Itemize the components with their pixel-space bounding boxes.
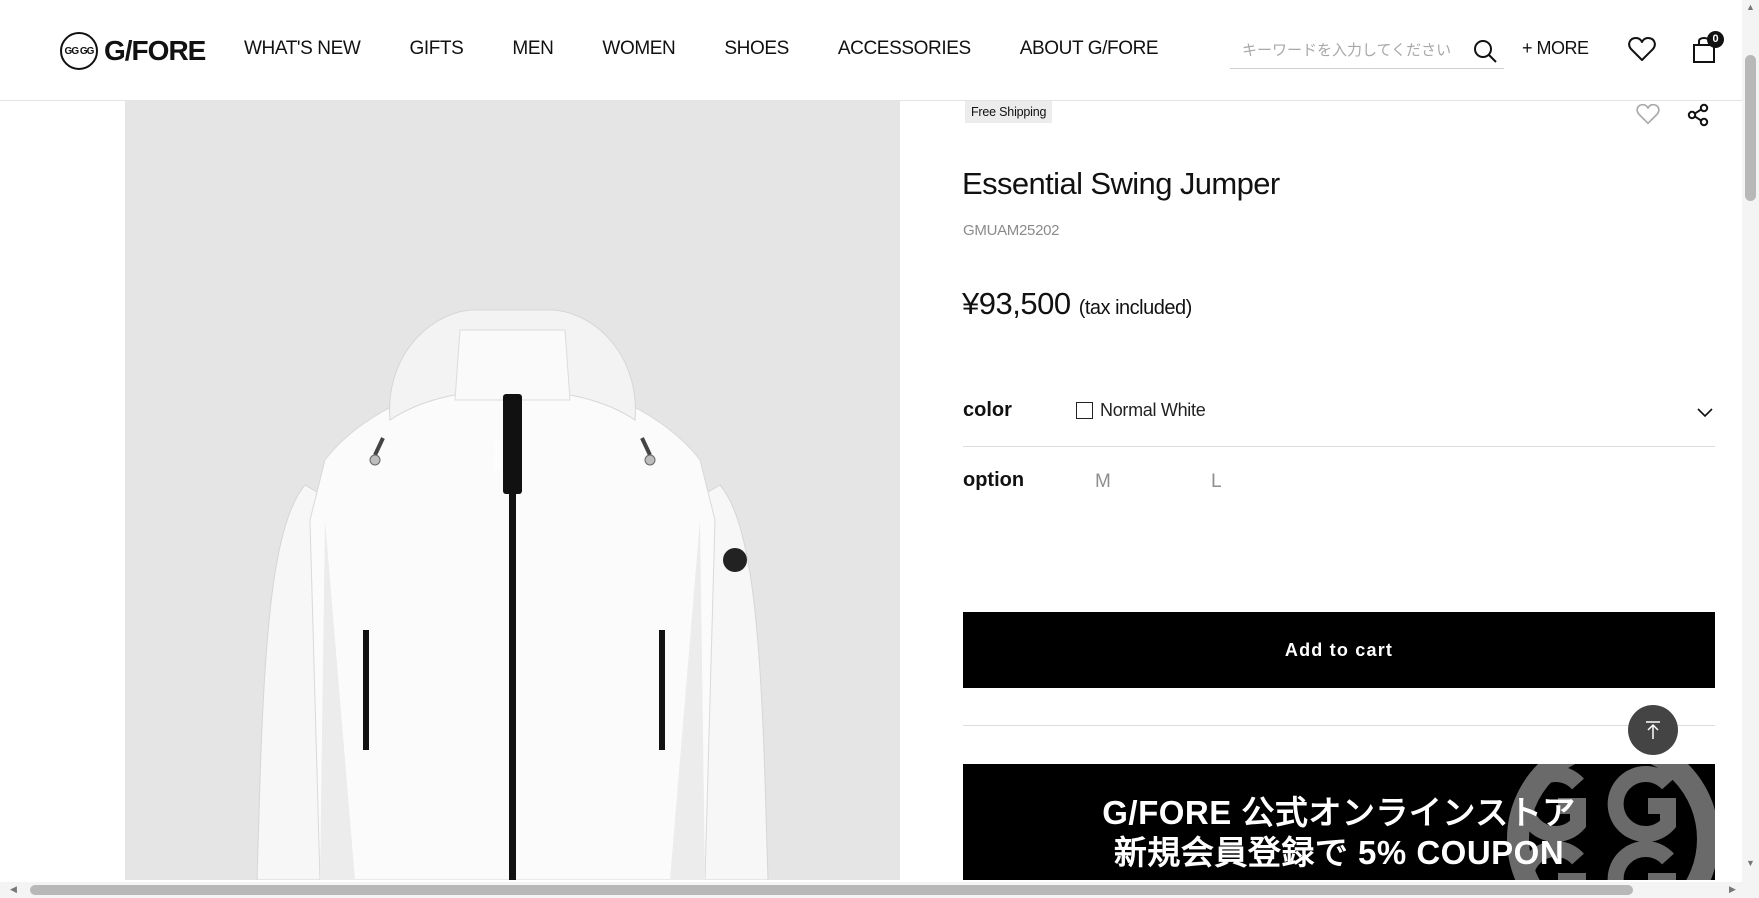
- search-input[interactable]: [1230, 34, 1484, 66]
- favorite-heart-icon[interactable]: [1636, 103, 1660, 130]
- logo-mark-icon: GG GG: [60, 32, 98, 70]
- chevron-down-icon: [1697, 405, 1713, 423]
- section-divider: [963, 725, 1715, 726]
- product-price: ¥93,500 (tax included): [962, 286, 1192, 322]
- zipper-brand-text: G/FORE: [492, 440, 501, 471]
- nav-gifts[interactable]: GIFTS: [409, 38, 463, 60]
- option-label: option: [963, 469, 1025, 491]
- horizontal-scrollbar-thumb[interactable]: [30, 885, 1633, 895]
- nav-accessories[interactable]: ACCESSORIES: [838, 38, 971, 60]
- wishlist-heart-icon[interactable]: [1628, 36, 1656, 67]
- add-to-cart-button[interactable]: Add to cart: [963, 612, 1715, 688]
- free-shipping-badge: Free Shipping: [965, 101, 1053, 123]
- site-header: GG GG G/FORE WHAT'S NEW GIFTS MEN WOMEN …: [0, 0, 1742, 101]
- nav-women[interactable]: WOMEN: [602, 38, 675, 60]
- color-value: Normal White: [1100, 400, 1206, 420]
- cart-button[interactable]: 0: [1690, 31, 1724, 64]
- size-option-l[interactable]: L: [1211, 471, 1222, 493]
- tax-note: (tax included): [1078, 297, 1193, 319]
- signup-coupon-banner[interactable]: G/FORE 公式オンラインストア 新規会員登録で 5% COUPON: [963, 764, 1715, 880]
- price-value: ¥93,500: [962, 286, 1071, 321]
- scroll-left-arrow-icon[interactable]: ◀: [10, 884, 17, 895]
- product-sku: GMUAM25202: [963, 222, 1060, 239]
- nav-men[interactable]: MEN: [512, 38, 553, 60]
- more-button[interactable]: + MORE: [1522, 38, 1589, 59]
- size-option-m[interactable]: M: [1095, 471, 1111, 493]
- color-selector[interactable]: color Normal White: [963, 381, 1715, 447]
- size-options: option M L: [963, 465, 1715, 505]
- search-box: [1230, 34, 1504, 69]
- color-swatch: [1076, 402, 1093, 419]
- product-image[interactable]: G/FORE: [125, 100, 900, 880]
- scroll-down-arrow-icon[interactable]: ▼: [1746, 858, 1755, 868]
- search-icon[interactable]: [1472, 38, 1498, 69]
- nav-about[interactable]: ABOUT G/FORE: [1020, 38, 1159, 60]
- cart-count-badge: 0: [1707, 31, 1724, 48]
- main-nav: WHAT'S NEW GIFTS MEN WOMEN SHOES ACCESSO…: [244, 38, 1207, 60]
- logo-wordmark: G/FORE: [104, 35, 206, 66]
- scroll-up-arrow-icon[interactable]: ▲: [1746, 2, 1755, 12]
- banner-line-2: 新規会員登録で 5% COUPON: [1113, 834, 1565, 871]
- vertical-scrollbar-thumb[interactable]: [1745, 55, 1756, 201]
- nav-shoes[interactable]: SHOES: [724, 38, 789, 60]
- arrow-up-icon: [1646, 721, 1660, 739]
- brand-logo[interactable]: GG GG G/FORE: [60, 32, 206, 70]
- logo-mark-text: GG GG: [64, 45, 95, 57]
- product-title: Essential Swing Jumper: [962, 166, 1280, 201]
- color-label: color: [963, 399, 1012, 421]
- back-to-top-button[interactable]: [1628, 705, 1678, 755]
- scroll-right-arrow-icon[interactable]: ▶: [1729, 884, 1736, 895]
- nav-whats-new[interactable]: WHAT'S NEW: [244, 38, 361, 60]
- share-icon[interactable]: [1686, 103, 1710, 132]
- jacket-illustration: [256, 309, 769, 880]
